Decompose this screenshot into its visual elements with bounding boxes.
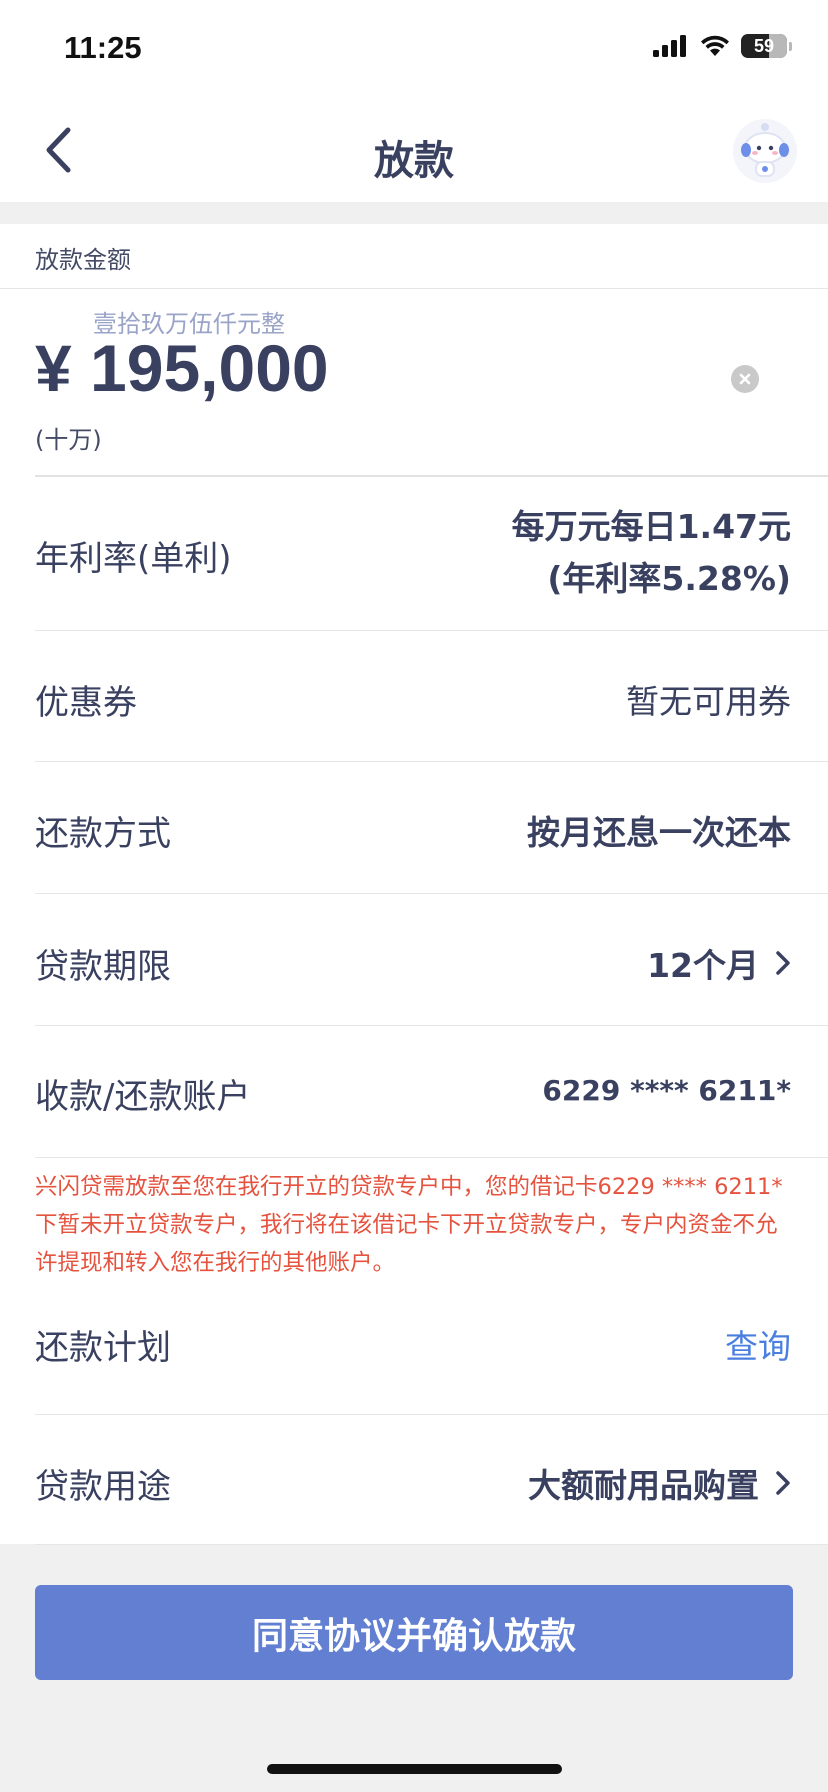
account-label: 收款/还款账户 — [35, 1077, 251, 1117]
coupon-value: 暂无可用券 — [626, 682, 791, 721]
page-title: 放款 — [374, 138, 454, 184]
battery-icon: 59 — [741, 34, 787, 58]
battery-tip — [789, 41, 792, 51]
loan-purpose-value: 大额耐用品购置 — [528, 1459, 791, 1507]
account-row: 收款/还款账户 6229 **** 6211* — [35, 1026, 828, 1158]
annual-rate-percent: (年利率5.28%) — [547, 559, 791, 598]
amount-section-label: 放款金额 — [35, 246, 131, 274]
repay-plan-row: 还款计划 查询 — [35, 1290, 828, 1415]
loan-term-value: 12个月 — [647, 939, 791, 987]
amount-unit-hint: (十万) — [35, 426, 102, 454]
repay-plan-label: 还款计划 — [35, 1328, 171, 1368]
close-icon — [739, 373, 751, 385]
account-notice: 兴闪贷需放款至您在我行开立的贷款专户中，您的借记卡6229 **** 6211*… — [35, 1174, 783, 1276]
annual-rate-row: 年利率(单利) 每万元每日1.47元 (年利率5.28%) — [35, 477, 828, 631]
loan-term-label: 贷款期限 — [35, 947, 171, 987]
repay-plan-query-link[interactable]: 查询 — [725, 1320, 791, 1368]
coupon-row[interactable]: 优惠券 暂无可用券 — [35, 631, 828, 762]
loan-purpose-label: 贷款用途 — [35, 1467, 171, 1507]
loan-amount-input[interactable]: ¥ 195,000 — [35, 330, 329, 406]
account-value: 6229 **** 6211* — [542, 1074, 791, 1107]
annual-rate-label: 年利率(单利) — [35, 539, 232, 579]
coupon-label: 优惠券 — [35, 683, 137, 723]
home-indicator — [267, 1764, 562, 1774]
loan-form-card: 放款金额 壹拾玖万伍仟元整 ¥ 195,000 (十万) 年利率(单利) 每万元… — [0, 224, 828, 1545]
repay-method-row: 还款方式 按月还息一次还本 — [35, 762, 828, 894]
chevron-right-icon — [775, 1470, 791, 1496]
chevron-right-icon — [775, 950, 791, 976]
assistant-avatar[interactable] — [732, 118, 798, 184]
wifi-icon — [701, 35, 729, 56]
status-time: 11:25 — [64, 30, 142, 65]
loan-purpose-row[interactable]: 贷款用途 大额耐用品购置 — [35, 1415, 828, 1545]
annual-rate-value: 每万元每日1.47元 (年利率5.28%) — [512, 501, 791, 605]
repay-method-label: 还款方式 — [35, 814, 171, 854]
annual-rate-daily: 每万元每日1.47元 — [511, 507, 791, 546]
nav-bar: 放款 — [0, 100, 828, 202]
confirm-loan-button[interactable]: 同意协议并确认放款 — [35, 1585, 793, 1680]
status-icons: 59 — [653, 34, 792, 58]
clear-amount-button[interactable] — [731, 365, 759, 393]
battery-level: 59 — [753, 35, 775, 56]
robot-assistant-icon — [733, 119, 797, 183]
status-bar: 11:25 59 — [0, 0, 828, 100]
divider — [0, 288, 828, 289]
cellular-signal-icon — [653, 35, 686, 57]
loan-term-text: 12个月 — [647, 946, 759, 985]
repay-method-value: 按月还息一次还本 — [527, 813, 791, 852]
loan-term-row[interactable]: 贷款期限 12个月 — [35, 894, 828, 1026]
loan-purpose-text: 大额耐用品购置 — [528, 1466, 759, 1505]
